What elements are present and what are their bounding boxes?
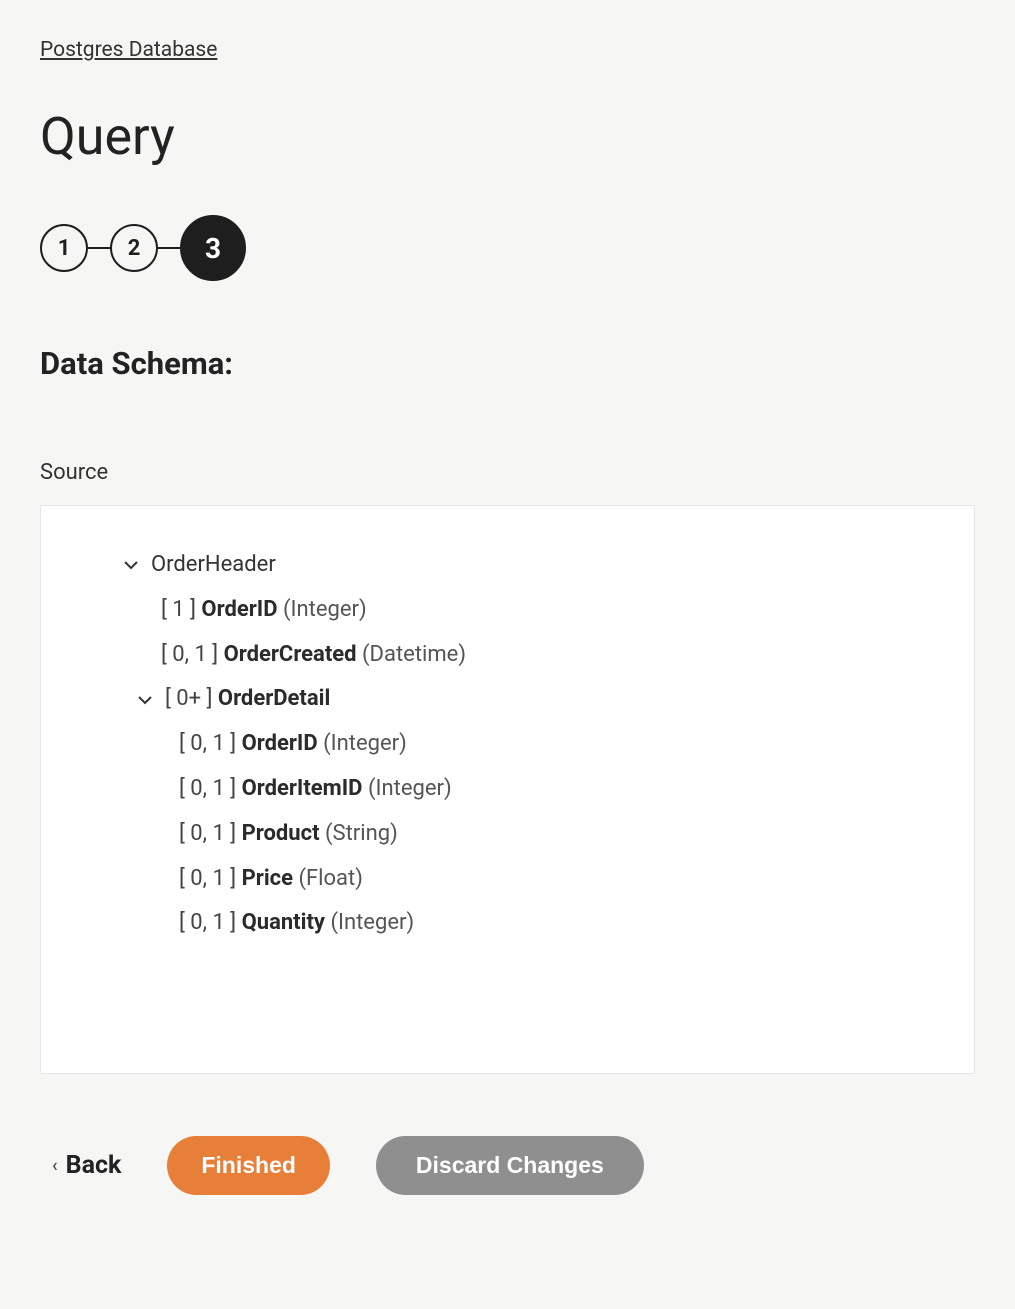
finished-button[interactable]: Finished bbox=[167, 1136, 330, 1195]
field-type: (Integer) bbox=[323, 729, 407, 760]
schema-root[interactable]: OrderHeader bbox=[81, 550, 934, 581]
field-cardinality: [ 0, 1 ] bbox=[179, 864, 236, 895]
step-indicator: 1 2 3 bbox=[40, 215, 975, 281]
field-cardinality: [ 0, 1 ] bbox=[161, 640, 218, 671]
step-2[interactable]: 2 bbox=[110, 224, 158, 272]
child-cardinality: [ 0+ ] bbox=[165, 684, 212, 715]
schema-field[interactable]: [ 0, 1 ] Price (Float) bbox=[81, 864, 934, 895]
page-title: Query bbox=[40, 106, 975, 167]
schema-field[interactable]: [ 0, 1 ] OrderItemID (Integer) bbox=[81, 774, 934, 805]
field-type: (Integer) bbox=[283, 595, 367, 626]
field-name: OrderID bbox=[201, 595, 277, 626]
field-cardinality: [ 1 ] bbox=[161, 595, 196, 626]
schema-child[interactable]: [ 0+ ] OrderDetail bbox=[81, 684, 934, 715]
chevron-down-icon bbox=[123, 557, 139, 573]
field-name: OrderID bbox=[242, 729, 318, 760]
field-type: (Integer) bbox=[368, 774, 452, 805]
step-1[interactable]: 1 bbox=[40, 224, 88, 272]
schema-box: OrderHeader [ 1 ] OrderID (Integer) [ 0,… bbox=[40, 505, 975, 1074]
source-label: Source bbox=[40, 460, 975, 485]
schema-field[interactable]: [ 0, 1 ] Quantity (Integer) bbox=[81, 908, 934, 939]
step-3[interactable]: 3 bbox=[180, 215, 246, 281]
field-name: Quantity bbox=[242, 908, 325, 939]
schema-root-label: OrderHeader bbox=[151, 550, 276, 581]
step-connector bbox=[158, 247, 180, 249]
schema-field[interactable]: [ 0, 1 ] Product (String) bbox=[81, 819, 934, 850]
field-type: (Float) bbox=[298, 864, 362, 895]
field-type: (Integer) bbox=[330, 908, 414, 939]
field-name: OrderItemID bbox=[242, 774, 363, 805]
field-name: OrderCreated bbox=[224, 640, 357, 671]
breadcrumb-link[interactable]: Postgres Database bbox=[40, 38, 217, 62]
field-type: (Datetime) bbox=[362, 640, 466, 671]
field-cardinality: [ 0, 1 ] bbox=[179, 908, 236, 939]
field-cardinality: [ 0, 1 ] bbox=[179, 774, 236, 805]
footer-actions: ‹ Back Finished Discard Changes bbox=[40, 1136, 975, 1195]
field-type: (String) bbox=[325, 819, 398, 850]
child-name: OrderDetail bbox=[218, 684, 330, 715]
discard-button[interactable]: Discard Changes bbox=[376, 1136, 644, 1195]
chevron-down-icon bbox=[137, 692, 153, 708]
schema-field[interactable]: [ 1 ] OrderID (Integer) bbox=[81, 595, 934, 626]
field-cardinality: [ 0, 1 ] bbox=[179, 819, 236, 850]
chevron-left-icon: ‹ bbox=[52, 1155, 58, 1176]
back-label: Back bbox=[66, 1151, 122, 1180]
schema-field[interactable]: [ 0, 1 ] OrderID (Integer) bbox=[81, 729, 934, 760]
field-name: Price bbox=[242, 864, 293, 895]
back-button[interactable]: ‹ Back bbox=[52, 1151, 121, 1180]
section-heading: Data Schema: bbox=[40, 345, 975, 382]
field-cardinality: [ 0, 1 ] bbox=[179, 729, 236, 760]
field-name: Product bbox=[242, 819, 320, 850]
schema-field[interactable]: [ 0, 1 ] OrderCreated (Datetime) bbox=[81, 640, 934, 671]
step-connector bbox=[88, 247, 110, 249]
